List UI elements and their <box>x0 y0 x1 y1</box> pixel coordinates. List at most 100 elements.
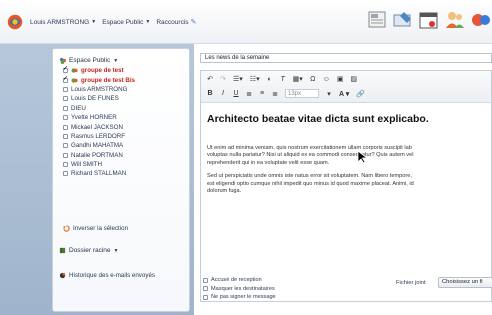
subject-input[interactable]: Les news de la semaine <box>200 53 492 63</box>
invert-selection-label: Inverser la sélection <box>73 225 129 232</box>
redo-icon[interactable]: ↷ <box>220 75 226 83</box>
list-item-label: Rasmus LERDORF <box>71 132 125 140</box>
list-item[interactable]: groupe de test <box>63 65 188 75</box>
refresh-icon <box>63 225 70 232</box>
checkbox[interactable] <box>63 86 68 92</box>
chevron-down-icon: ▼ <box>91 19 97 25</box>
list-item[interactable]: Mickael JACKSON <box>63 122 188 131</box>
paragraph-line: reprehenderit qui in ea voluptate velit … <box>207 159 330 166</box>
list-item[interactable]: Will SMITH <box>63 160 188 169</box>
folder-selector[interactable]: Dossier racine ▼ <box>59 247 119 254</box>
chevron-down-icon: ▼ <box>145 19 151 25</box>
content-heading: Architecto beatae vitae dicta sunt expli… <box>207 113 429 125</box>
recipient-list: groupe de test groupe de test Bis Louis … <box>63 65 188 179</box>
align-left-icon[interactable]: ≣ <box>246 90 252 98</box>
invert-selection-link[interactable]: Inverser la sélection <box>63 225 128 232</box>
folder-label: Dossier racine <box>69 247 111 254</box>
clear-format-icon[interactable]: T <box>280 76 286 83</box>
list-item[interactable]: Rasmus LERDORF <box>63 132 188 141</box>
list-item-label: Louis DE FUNES <box>71 95 119 103</box>
no-sign-label: Ne pas signer le message <box>211 294 276 301</box>
align-right-icon[interactable]: ≣ <box>272 90 278 98</box>
user-menu[interactable]: Louis ARMSTRONG ▼ <box>30 18 96 26</box>
checkbox[interactable] <box>63 124 68 130</box>
list-item-label: DIEU <box>71 104 86 112</box>
checkbox[interactable] <box>63 115 68 121</box>
list-item[interactable]: groupe de test Bis <box>63 75 188 84</box>
book-icon <box>59 247 66 254</box>
checkbox[interactable] <box>63 65 68 74</box>
checkbox[interactable] <box>63 143 68 149</box>
checkbox[interactable] <box>63 75 68 83</box>
chevron-down-icon: ▼ <box>113 57 119 64</box>
list-item[interactable]: Gandhi MAHATMA <box>63 141 188 150</box>
list-item-label: Louis ARMSTRONG <box>71 85 128 93</box>
paragraph-line: Sed ut perspiciatis unde omnis iste natu… <box>207 173 412 180</box>
list-item[interactable]: Richard STALLMAN <box>63 169 188 178</box>
paragraph-line: dolorum fuga. <box>207 188 242 195</box>
hide-recipients-option[interactable]: Masquer les destinataires <box>203 285 276 294</box>
checkbox[interactable] <box>63 171 68 177</box>
choose-file-button[interactable]: Choisissez un fi <box>438 277 492 288</box>
special-char-icon[interactable]: Ω <box>310 76 316 83</box>
editor-content[interactable]: Architecto beatae vitae dicta sunt expli… <box>207 113 487 195</box>
text-color-icon[interactable]: A ▾ <box>339 90 349 98</box>
align-center-icon[interactable]: ≡ <box>259 90 265 97</box>
no-sign-option[interactable]: Ne pas signer le message <box>203 293 276 302</box>
image-icon[interactable]: ▨ <box>351 75 358 83</box>
dropdown-arrow-icon[interactable]: ▾ <box>326 90 332 98</box>
content-paragraph-1: Ut enim ad minima veniam, quis nostrum e… <box>207 145 487 167</box>
rich-text-editor: ↶ ↷ ☰▾ ☷▾ ◐ T ▦▾ Ω ☺ ▣ ▨ B I U ≣ ≡ ≣ 13p… <box>200 70 492 302</box>
list-item-label: Richard STALLMAN <box>71 170 127 178</box>
newspaper-icon[interactable] <box>366 8 388 32</box>
group-icon <box>59 57 66 64</box>
link-icon[interactable]: 🔗 <box>356 90 365 98</box>
group-header[interactable]: Espace Public ▼ <box>59 57 118 64</box>
shortcuts-menu[interactable]: Raccourcis ✎ <box>156 18 197 27</box>
font-size-value: 13px <box>288 90 302 97</box>
chevron-down-icon: ▼ <box>113 247 119 254</box>
calendar-icon[interactable] <box>418 8 440 32</box>
list-item[interactable]: Louis DE FUNES <box>63 94 188 103</box>
recipients-panel: Espace Public ▼ groupe de test groupe de… <box>52 48 190 312</box>
bold-icon[interactable]: B <box>207 90 213 97</box>
table-icon[interactable]: ▦▾ <box>293 75 303 83</box>
mail-edit-icon[interactable] <box>392 8 414 32</box>
checkbox[interactable] <box>63 133 68 139</box>
checkbox[interactable] <box>203 286 208 292</box>
list-item[interactable]: Natalie PORTMAN <box>63 151 188 160</box>
checkbox[interactable] <box>63 96 68 102</box>
bullet-list-icon[interactable]: ☰▾ <box>233 75 243 83</box>
list-item[interactable]: Louis ARMSTRONG <box>63 85 188 94</box>
space-menu[interactable]: Espace Public ▼ <box>102 18 150 26</box>
fill-color-icon[interactable]: ◐ <box>267 76 273 83</box>
receipt-label: Accusé de reception <box>211 277 262 284</box>
underline-icon[interactable]: U <box>233 90 239 97</box>
pin-icon: ✎ <box>190 19 197 26</box>
attachment-label: Fichier joint <box>396 280 426 286</box>
list-item-label: Gandhi MAHATMA <box>71 142 124 150</box>
emoji-icon[interactable]: ☺ <box>323 76 330 83</box>
numbered-list-icon[interactable]: ☷▾ <box>250 75 260 83</box>
checkbox[interactable] <box>63 105 68 111</box>
top-bar: Louis ARMSTRONG ▼ Espace Public ▼ Raccou… <box>0 0 492 44</box>
list-item[interactable]: DIEU <box>63 104 188 113</box>
editor-toolbar: ↶ ↷ ☰▾ ☷▾ ◐ T ▦▾ Ω ☺ ▣ ▨ B I U ≣ ≡ ≣ 13p… <box>201 71 491 103</box>
checkbox[interactable] <box>63 162 68 168</box>
users-icon[interactable] <box>444 8 466 32</box>
font-size-select[interactable]: 13px <box>285 89 319 98</box>
history-link[interactable]: Historique des e-mails envoyés <box>59 272 155 279</box>
undo-icon[interactable]: ↶ <box>207 75 213 83</box>
group-icon <box>71 68 78 73</box>
history-icon <box>59 272 66 279</box>
italic-icon[interactable]: I <box>220 90 226 97</box>
checkbox[interactable] <box>203 277 208 283</box>
receipt-option[interactable]: Accusé de reception <box>203 276 276 285</box>
paragraph-line: est eligendi optio cumque nihil impedit … <box>207 180 414 187</box>
checkbox[interactable] <box>203 294 208 300</box>
more-apps-icon[interactable] <box>470 8 492 32</box>
list-item[interactable]: Yvette HORNER <box>63 113 188 122</box>
media-icon[interactable]: ▣ <box>337 75 344 83</box>
paragraph-line: voluptas nulla pariatur? Nisi ut aliquid… <box>207 152 414 159</box>
checkbox[interactable] <box>63 152 68 158</box>
